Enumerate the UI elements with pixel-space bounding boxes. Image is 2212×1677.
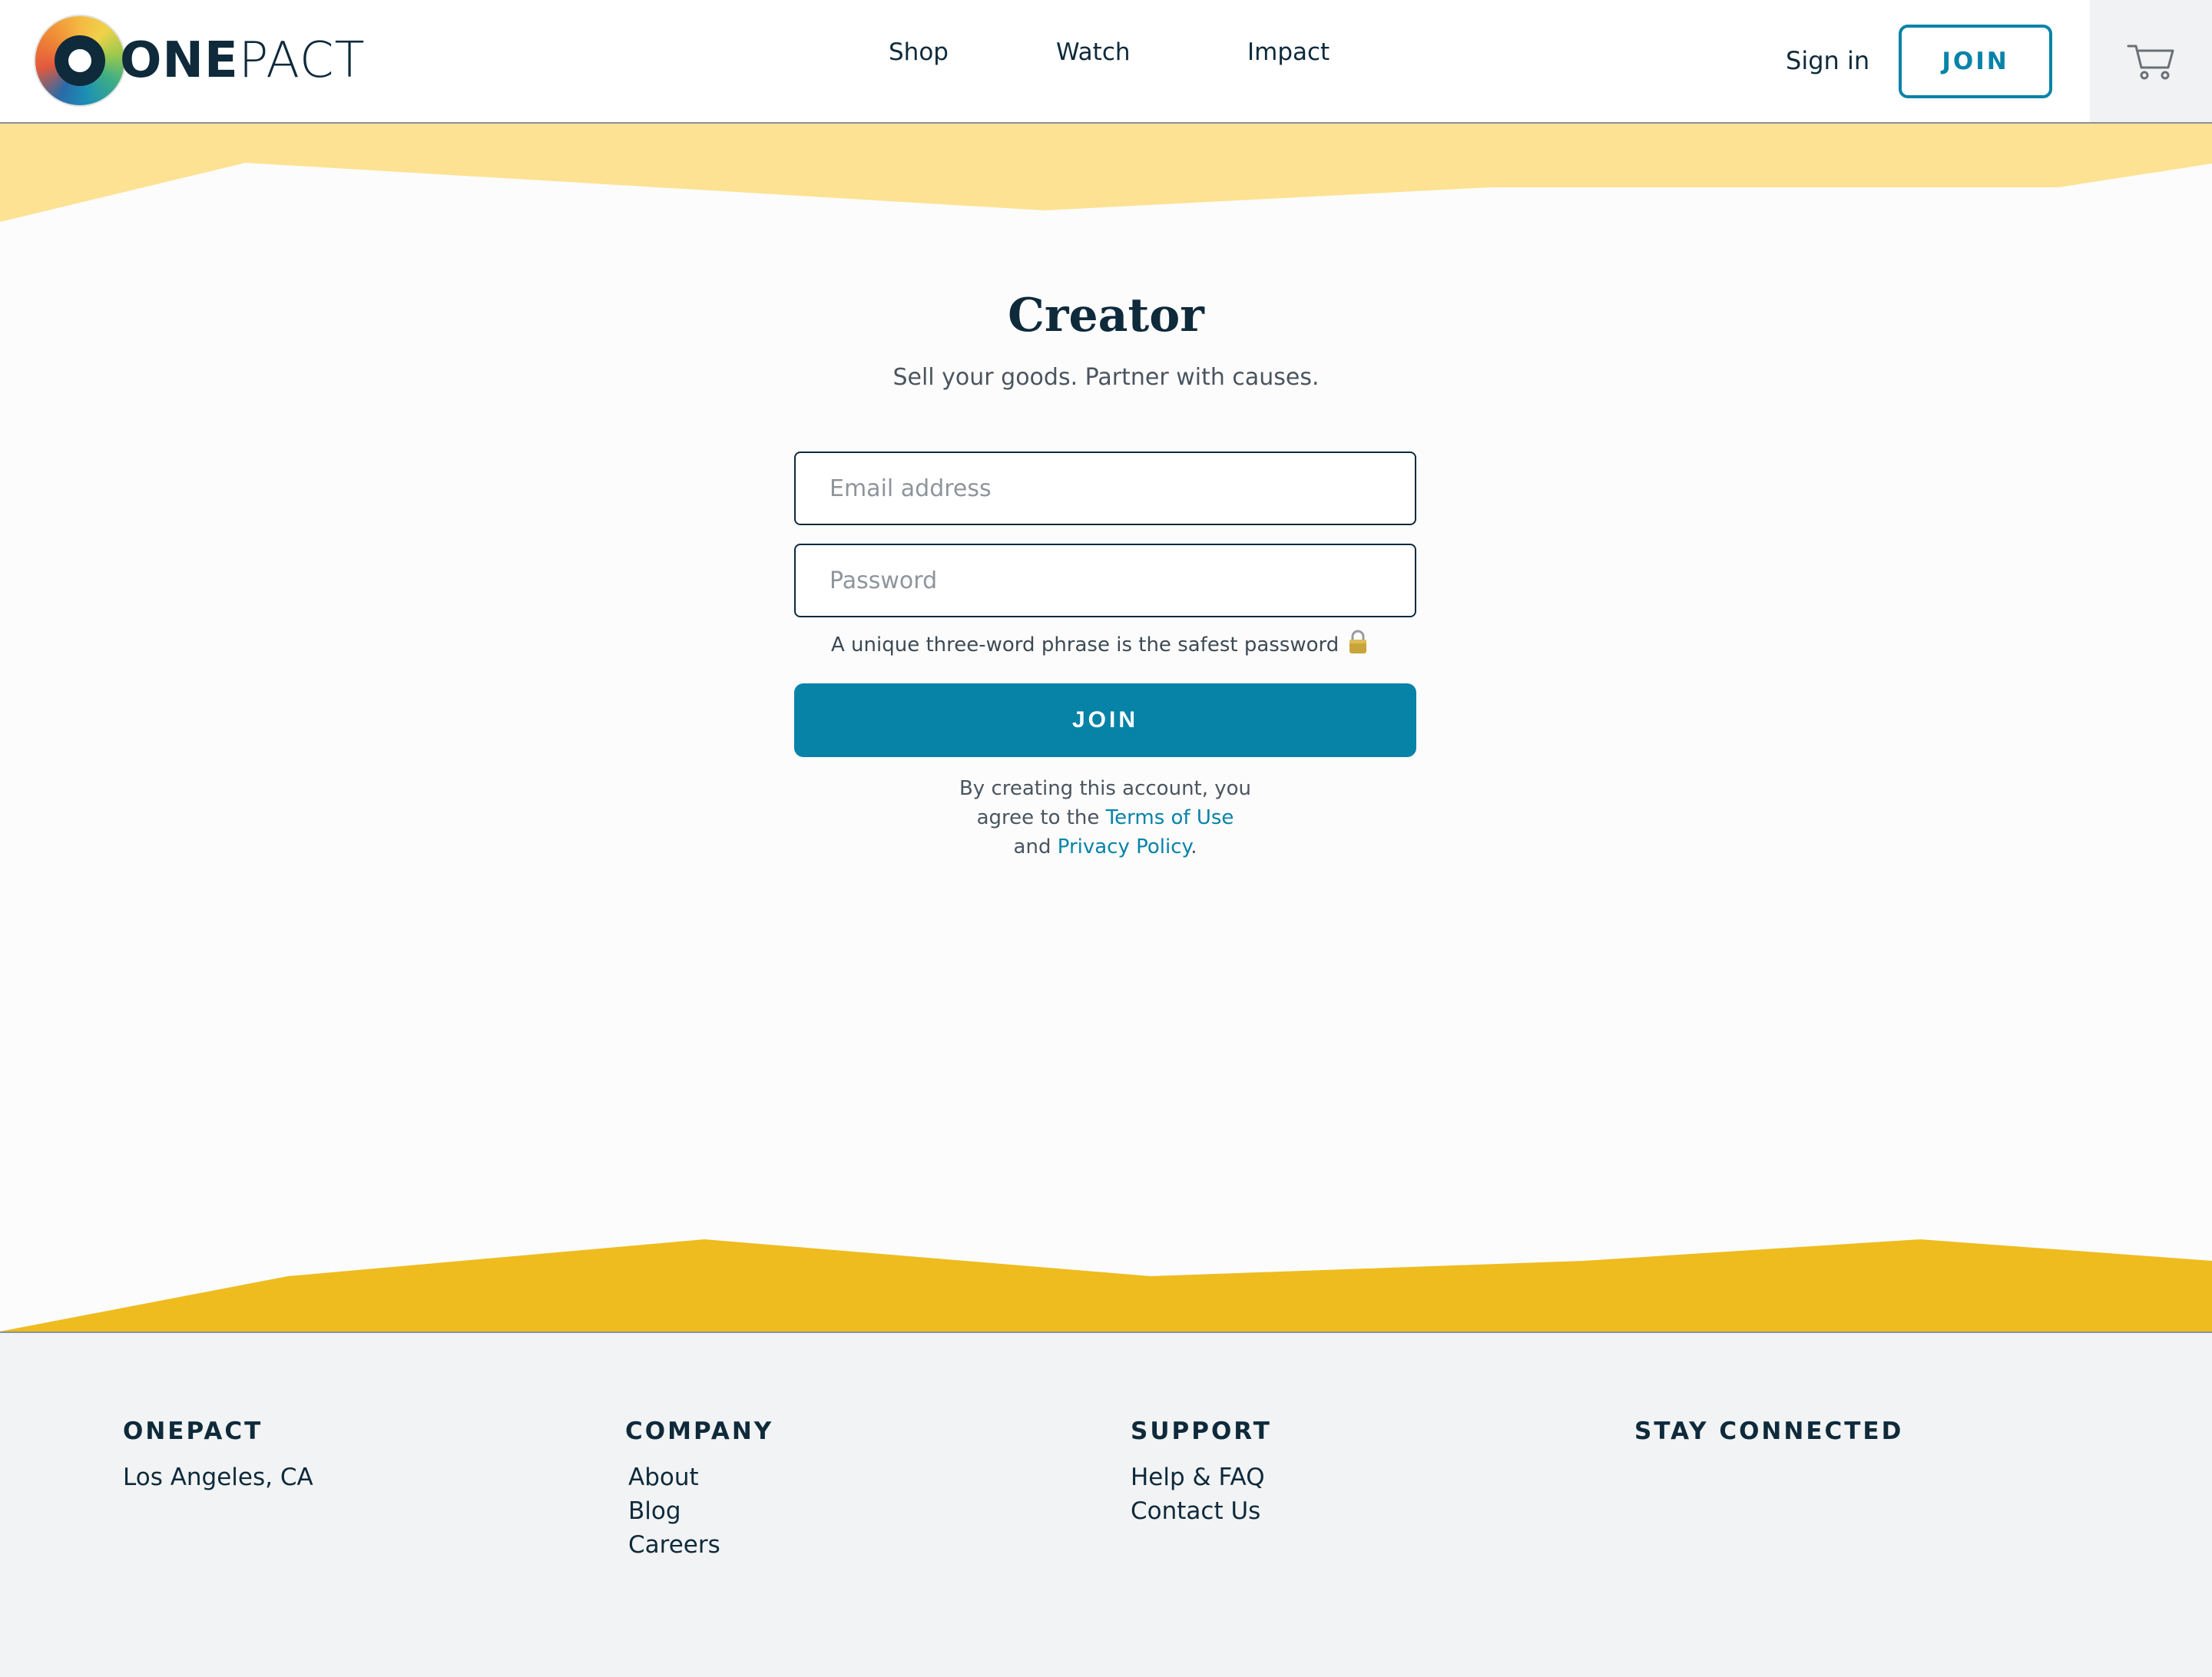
lock-icon (1348, 630, 1368, 660)
top-wave-decoration (0, 124, 2212, 222)
footer-link-contact-us[interactable]: Contact Us (1131, 1494, 1272, 1528)
footer-heading-onepact: ONEPACT (123, 1417, 263, 1445)
legal-suffix: . (1190, 835, 1197, 858)
legal-line-3: and Privacy Policy. (891, 832, 1320, 862)
nav-watch[interactable]: Watch (1056, 38, 1131, 66)
legal-line-3-prefix: and (1013, 835, 1058, 858)
password-hint-text: A unique three-word phrase is the safest… (831, 633, 1339, 657)
cart-button[interactable] (2090, 0, 2212, 122)
footer-link-help-faq[interactable]: Help & FAQ (1131, 1460, 1272, 1494)
footer-location: Los Angeles, CA (123, 1464, 313, 1491)
password-field[interactable] (794, 544, 1416, 617)
footer-col-company: COMPANY About Blog Careers (625, 1417, 773, 1562)
terms-of-use-link[interactable]: Terms of Use (1106, 806, 1234, 829)
nav-shop[interactable]: Shop (889, 38, 949, 66)
footer-col-stay-connected: STAY CONNECTED (1634, 1417, 1903, 1460)
password-hint: A unique three-word phrase is the safest… (831, 630, 1368, 660)
sign-in-link[interactable]: Sign in (1786, 46, 1869, 75)
footer-heading-company: COMPANY (625, 1417, 774, 1445)
footer-col-support: SUPPORT Help & FAQ Contact Us (1131, 1417, 1272, 1528)
email-field[interactable] (794, 452, 1416, 525)
legal-line-1: By creating this account, you (959, 777, 1252, 800)
main-nav: Shop Watch Impact (0, 38, 2212, 77)
footer-col-onepact: ONEPACT Los Angeles, CA (123, 1417, 313, 1494)
footer-heading-stay-connected: STAY CONNECTED (1634, 1417, 1904, 1445)
footer-link-blog[interactable]: Blog (628, 1494, 773, 1528)
privacy-policy-link[interactable]: Privacy Policy (1058, 835, 1190, 858)
footer-heading-support: SUPPORT (1131, 1417, 1272, 1445)
join-submit-button[interactable]: JOIN (794, 683, 1416, 757)
site-footer: ONEPACT Los Angeles, CA COMPANY About Bl… (0, 1331, 2212, 1677)
bottom-wave-decoration (0, 1239, 2212, 1333)
page-subtitle: Sell your goods. Partner with causes. (892, 364, 1320, 391)
site-header: ONEPACT Shop Watch Impact Sign in JOIN (0, 0, 2212, 124)
join-header-button[interactable]: JOIN (1899, 25, 2052, 98)
footer-link-about[interactable]: About (628, 1460, 773, 1494)
cart-icon (2127, 45, 2174, 79)
legal-line-2-prefix: agree to the (976, 806, 1106, 829)
footer-link-careers[interactable]: Careers (628, 1528, 773, 1562)
legal-line-2: agree to the Terms of Use (891, 803, 1320, 832)
page-title: Creator (1008, 289, 1204, 342)
legal-text: By creating this account, you agree to t… (891, 774, 1320, 862)
nav-impact[interactable]: Impact (1247, 38, 1330, 66)
